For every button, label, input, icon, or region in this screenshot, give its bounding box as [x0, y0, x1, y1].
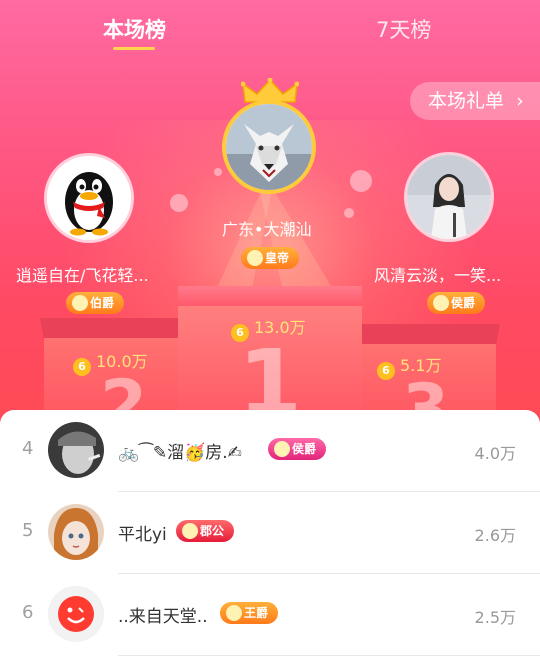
- badge-icon: [72, 295, 88, 311]
- doll-avatar-image: [48, 504, 104, 560]
- user-name: ..来自天堂..: [118, 607, 208, 627]
- badge-icon: [226, 605, 242, 621]
- top1-score: 6 13.0万: [231, 314, 306, 342]
- man-avatar-image: [48, 422, 104, 478]
- top2-avatar[interactable]: [44, 153, 134, 243]
- list-item[interactable]: 6 ..来自天堂.. 王爵 2.5万: [0, 574, 540, 656]
- podium-second-top: [40, 318, 183, 340]
- penguin-avatar-image: [47, 156, 131, 240]
- top3-avatar[interactable]: [404, 152, 494, 242]
- top-ranking-panel: 本场榜 7天榜 本场礼单 › 1 2 3 广东•大潮汕 逍遥自在/飞花轻... …: [0, 0, 540, 430]
- avatar[interactable]: [48, 586, 104, 642]
- badge-icon: [182, 523, 198, 539]
- tab-bar: 本场榜 7天榜: [0, 0, 540, 60]
- bubble-decoration: [214, 168, 222, 176]
- badge-icon: [247, 250, 263, 266]
- avatar[interactable]: [48, 422, 104, 478]
- rank-badge: 侯爵: [427, 292, 486, 314]
- list-item[interactable]: 4 🚲⁀✎溜🥳房.✍ 侯爵 4.0万: [0, 410, 540, 492]
- top3-score: 6 5.1万: [377, 352, 441, 380]
- top1-name: 广东•大潮汕: [222, 220, 312, 239]
- podium-first-top: [178, 286, 362, 308]
- rank-badge: 侯爵: [268, 438, 327, 460]
- coin-icon: 6: [231, 324, 249, 342]
- gift-list-button[interactable]: 本场礼单 ›: [410, 82, 540, 120]
- bubble-decoration: [170, 194, 188, 212]
- bubble-decoration: [350, 170, 372, 192]
- ranking-list: 4 🚲⁀✎溜🥳房.✍ 侯爵 4.0万 5 平北yi 郡公 2.6万 6 ..来自…: [0, 410, 540, 659]
- rank-number: 4: [22, 438, 34, 459]
- score-value: 2.6万: [474, 526, 516, 545]
- coin-icon: 6: [377, 362, 395, 380]
- smiley-avatar-image: [48, 586, 104, 642]
- wolf-avatar-image: [226, 104, 312, 190]
- top3-name: 风清云淡，一笑...: [374, 266, 502, 285]
- user-name: 🚲⁀✎溜🥳房.✍: [118, 443, 242, 463]
- bubble-decoration: [344, 208, 354, 218]
- tab-current-show[interactable]: 本场榜: [103, 14, 166, 44]
- rank-badge: 伯爵: [66, 292, 125, 314]
- badge-icon: [433, 295, 449, 311]
- top2-name: 逍遥自在/飞花轻...: [16, 266, 149, 285]
- user-name: 平北yi: [118, 525, 167, 545]
- coin-icon: 6: [73, 358, 91, 376]
- avatar[interactable]: [48, 504, 104, 560]
- top1-avatar[interactable]: [222, 100, 316, 194]
- score-value: 2.5万: [474, 608, 516, 627]
- rank-badge: 皇帝: [241, 247, 300, 269]
- rank-badge: 郡公: [176, 520, 235, 542]
- tab-seven-days[interactable]: 7天榜: [376, 14, 431, 44]
- list-item[interactable]: 5 平北yi 郡公 2.6万: [0, 492, 540, 574]
- rank-number: 5: [22, 520, 34, 541]
- chevron-right-icon: ›: [516, 90, 524, 112]
- gift-list-label: 本场礼单: [428, 90, 505, 112]
- active-tab-indicator: [113, 47, 155, 50]
- podium-third-top: [358, 324, 500, 346]
- divider: [118, 655, 540, 656]
- rank-number: 6: [22, 602, 34, 623]
- badge-icon: [274, 441, 290, 457]
- rank-badge: 王爵: [220, 602, 279, 624]
- girl-avatar-image: [407, 155, 491, 239]
- top2-score: 6 10.0万: [73, 348, 148, 376]
- score-value: 4.0万: [474, 444, 516, 463]
